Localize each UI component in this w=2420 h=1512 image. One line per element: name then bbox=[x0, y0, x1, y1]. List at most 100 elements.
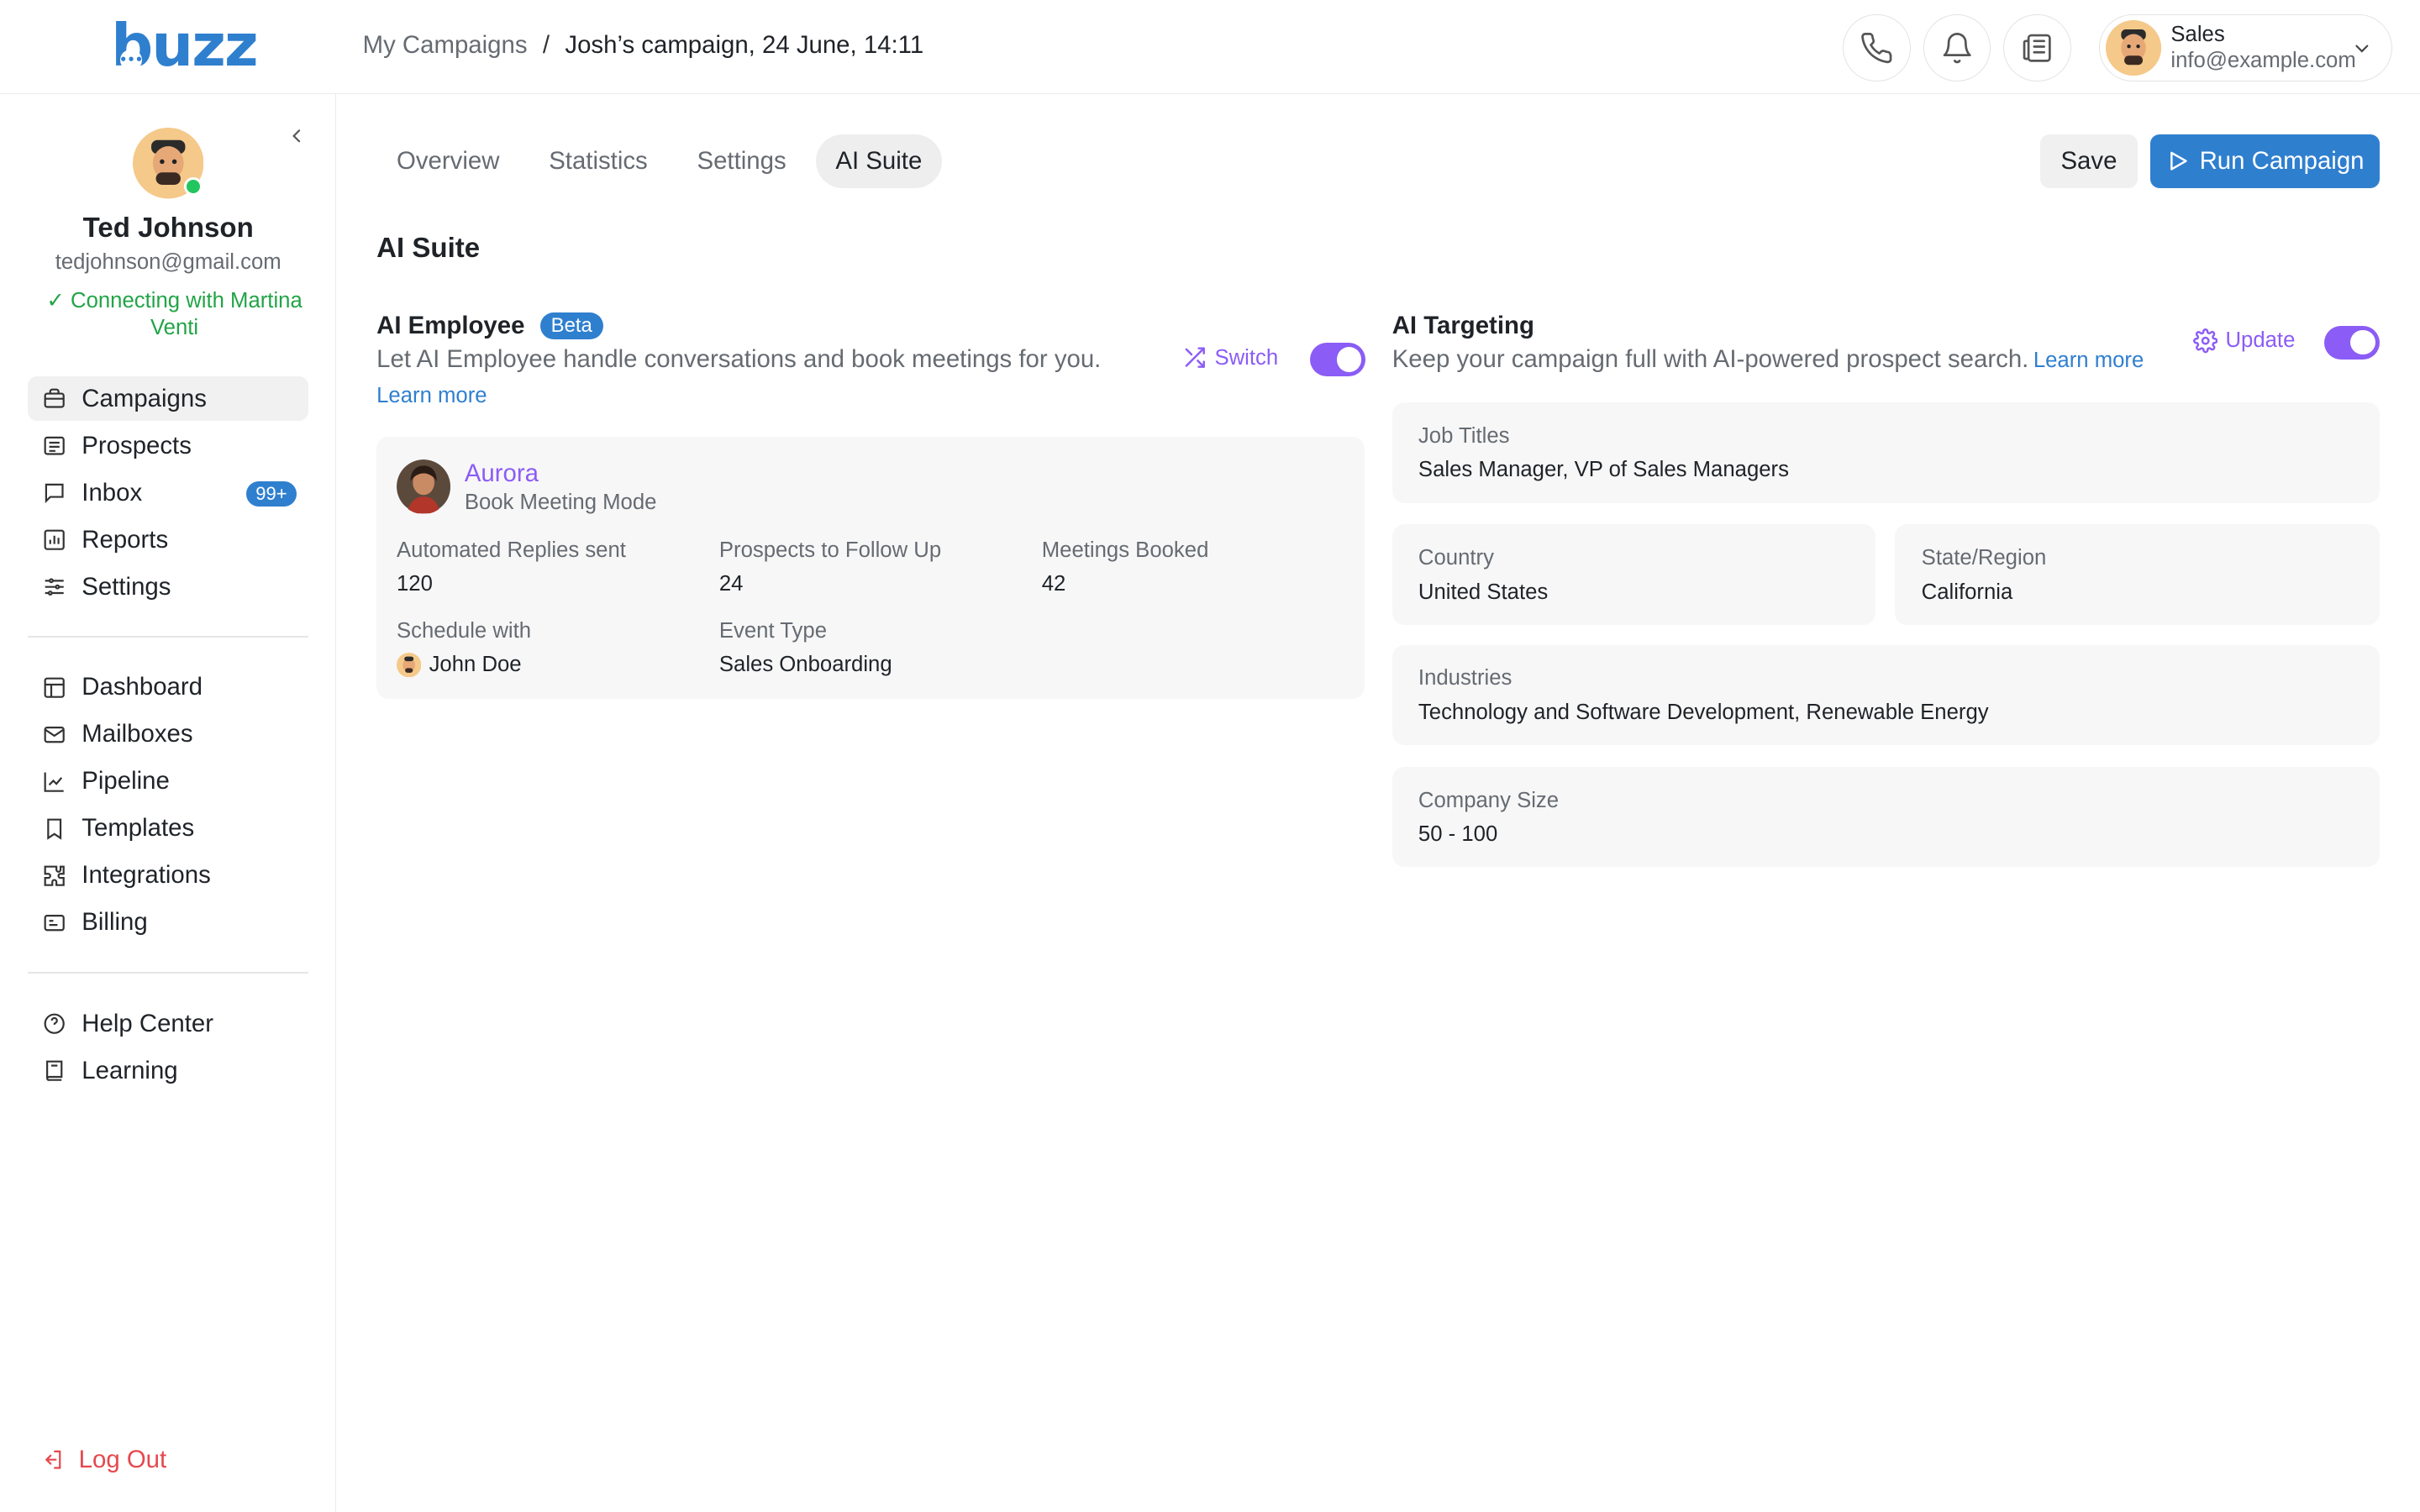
logout-icon bbox=[40, 1447, 65, 1472]
phone-icon bbox=[1861, 32, 1892, 63]
field-label: Job Titles bbox=[1418, 424, 1510, 449]
field-label: Country bbox=[1418, 546, 1494, 570]
ai-targeting-toggle[interactable] bbox=[2324, 325, 2381, 360]
ai-employee-toggle[interactable] bbox=[1310, 342, 1366, 377]
sidebar-item-pipeline[interactable]: Pipeline bbox=[28, 759, 308, 804]
sidebar-item-help-center[interactable]: Help Center bbox=[28, 1001, 308, 1046]
job-titles-field[interactable]: Job Titles Sales Manager, VP of Sales Ma… bbox=[1392, 402, 2381, 503]
sidebar-item-dashboard[interactable]: Dashboard bbox=[28, 665, 308, 710]
news-button[interactable] bbox=[2003, 13, 2071, 82]
newspaper-icon bbox=[2023, 34, 2051, 62]
agent-mode: Book Meeting Mode bbox=[464, 491, 657, 515]
book-icon bbox=[40, 1057, 68, 1084]
notifications-button[interactable] bbox=[1923, 13, 1991, 82]
bell-icon bbox=[1943, 32, 1971, 63]
field-label: Company Size bbox=[1418, 788, 1560, 812]
message-icon bbox=[40, 479, 68, 507]
field-value: Technology and Software Development, Ren… bbox=[1418, 700, 1989, 724]
secondary-nav: Dashboard Mailboxes Pipeline Templates I… bbox=[28, 665, 308, 948]
field-value: California bbox=[1921, 580, 2013, 604]
tertiary-nav: Help Center Learning bbox=[28, 1001, 308, 1095]
bookmark-icon bbox=[40, 815, 68, 843]
sidebar-item-prospects[interactable]: Prospects bbox=[28, 423, 308, 468]
breadcrumb-parent[interactable]: My Campaigns bbox=[363, 31, 528, 60]
sidebar-item-integrations[interactable]: Integrations bbox=[28, 853, 308, 898]
dashboard-icon bbox=[40, 674, 68, 701]
state-region-field[interactable]: State/Region California bbox=[1895, 524, 2381, 625]
sidebar-item-mailboxes[interactable]: Mailboxes bbox=[28, 712, 308, 757]
sidebar-item-billing[interactable]: Billing bbox=[28, 900, 308, 945]
field-label: State/Region bbox=[1921, 546, 2047, 570]
phone-button[interactable] bbox=[1843, 13, 1911, 82]
chevron-left-icon[interactable] bbox=[286, 125, 308, 147]
update-targeting-button[interactable]: Update bbox=[2192, 328, 2295, 354]
company-size-field[interactable]: Company Size 50 - 100 bbox=[1392, 766, 2381, 868]
play-icon bbox=[2170, 151, 2187, 171]
breadcrumb-current: Josh’s campaign, 24 June, 14:11 bbox=[565, 30, 924, 59]
save-button[interactable]: Save bbox=[2040, 134, 2138, 189]
check-icon: ✓ bbox=[46, 289, 71, 313]
tab-settings[interactable]: Settings bbox=[677, 134, 807, 188]
country-field[interactable]: Country United States bbox=[1392, 524, 1876, 625]
field-value: Sales Manager, VP of Sales Managers bbox=[1418, 458, 1789, 482]
trend-icon bbox=[40, 768, 68, 795]
ai-employee-description: Let AI Employee handle conversations and… bbox=[376, 345, 1102, 374]
stat-label: Automated Replies sent bbox=[397, 538, 626, 562]
run-campaign-button[interactable]: Run Campaign bbox=[2149, 134, 2381, 189]
account-name: Sales bbox=[2170, 22, 2225, 46]
avatar bbox=[2106, 19, 2162, 76]
agent-name[interactable]: Aurora bbox=[465, 459, 539, 488]
sidebar-item-settings[interactable]: Settings bbox=[28, 564, 308, 609]
stat-value: 120 bbox=[397, 572, 433, 596]
ai-targeting-description: Keep your campaign full with AI-powered … bbox=[1392, 345, 2144, 374]
stat-label: Prospects to Follow Up bbox=[718, 538, 942, 562]
sidebar-divider bbox=[28, 972, 309, 974]
shuffle-icon bbox=[1185, 347, 1205, 369]
beta-badge: Beta bbox=[539, 312, 603, 339]
breadcrumb-separator: / bbox=[542, 30, 550, 59]
avatar bbox=[397, 652, 422, 678]
puzzle-icon bbox=[40, 862, 68, 890]
campaign-tabs: Overview Statistics Settings AI Suite bbox=[376, 134, 943, 189]
chevron-down-icon bbox=[2355, 45, 2369, 53]
ai-employee-card: Aurora Book Meeting Mode Automated Repli… bbox=[376, 436, 1365, 700]
agent-avatar bbox=[397, 459, 451, 514]
account-menu[interactable]: Sales info@example.com bbox=[2098, 13, 2392, 82]
tab-statistics[interactable]: Statistics bbox=[529, 134, 667, 188]
buzz-logo[interactable]: buzz ••• bbox=[111, 17, 258, 76]
profile-email: tedjohnson@gmail.com bbox=[55, 249, 281, 274]
profile-name: Ted Johnson bbox=[82, 213, 254, 244]
switch-agent-button[interactable]: Switch bbox=[1182, 345, 1278, 370]
field-label: Industries bbox=[1418, 666, 1512, 690]
inbox-count-badge: 99+ bbox=[246, 480, 297, 507]
sidebar-item-templates[interactable]: Templates bbox=[28, 806, 308, 851]
online-status-dot bbox=[183, 177, 203, 197]
list-icon bbox=[40, 432, 68, 459]
field-value: 50 - 100 bbox=[1418, 822, 1498, 846]
sidebar-item-reports[interactable]: Reports bbox=[28, 517, 308, 562]
logout-button[interactable]: Log Out bbox=[40, 1446, 166, 1474]
mail-icon bbox=[40, 721, 68, 748]
chat-bubble-icon: ••• bbox=[119, 49, 143, 71]
tab-overview[interactable]: Overview bbox=[376, 134, 519, 188]
stat-value: 42 bbox=[1041, 572, 1066, 596]
stat-label: Schedule with bbox=[397, 618, 532, 643]
schedule-with-user[interactable]: John Doe bbox=[397, 652, 522, 678]
stat-label: Meetings Booked bbox=[1041, 538, 1209, 562]
ai-employee-heading: AI Employee Beta bbox=[376, 312, 603, 340]
ai-employee-learn-more-link[interactable]: Learn more bbox=[376, 384, 487, 408]
industries-field[interactable]: Industries Technology and Software Devel… bbox=[1392, 644, 2381, 746]
chart-icon bbox=[40, 526, 68, 554]
stat-label: Event Type bbox=[718, 618, 828, 643]
card-icon bbox=[40, 909, 68, 937]
sidebar-item-learning[interactable]: Learning bbox=[28, 1048, 308, 1093]
sidebar-item-inbox[interactable]: Inbox 99+ bbox=[28, 470, 308, 515]
field-value: United States bbox=[1418, 580, 1549, 604]
page-title: AI Suite bbox=[376, 233, 481, 265]
stat-value: 24 bbox=[718, 572, 744, 596]
help-icon bbox=[40, 1010, 68, 1037]
ai-targeting-learn-more-link[interactable]: Learn more bbox=[2033, 349, 2144, 372]
breadcrumb: My Campaigns / Josh’s campaign, 24 June,… bbox=[363, 31, 924, 60]
sidebar-item-campaigns[interactable]: Campaigns bbox=[28, 376, 309, 422]
tab-ai-suite[interactable]: AI Suite bbox=[815, 134, 943, 189]
